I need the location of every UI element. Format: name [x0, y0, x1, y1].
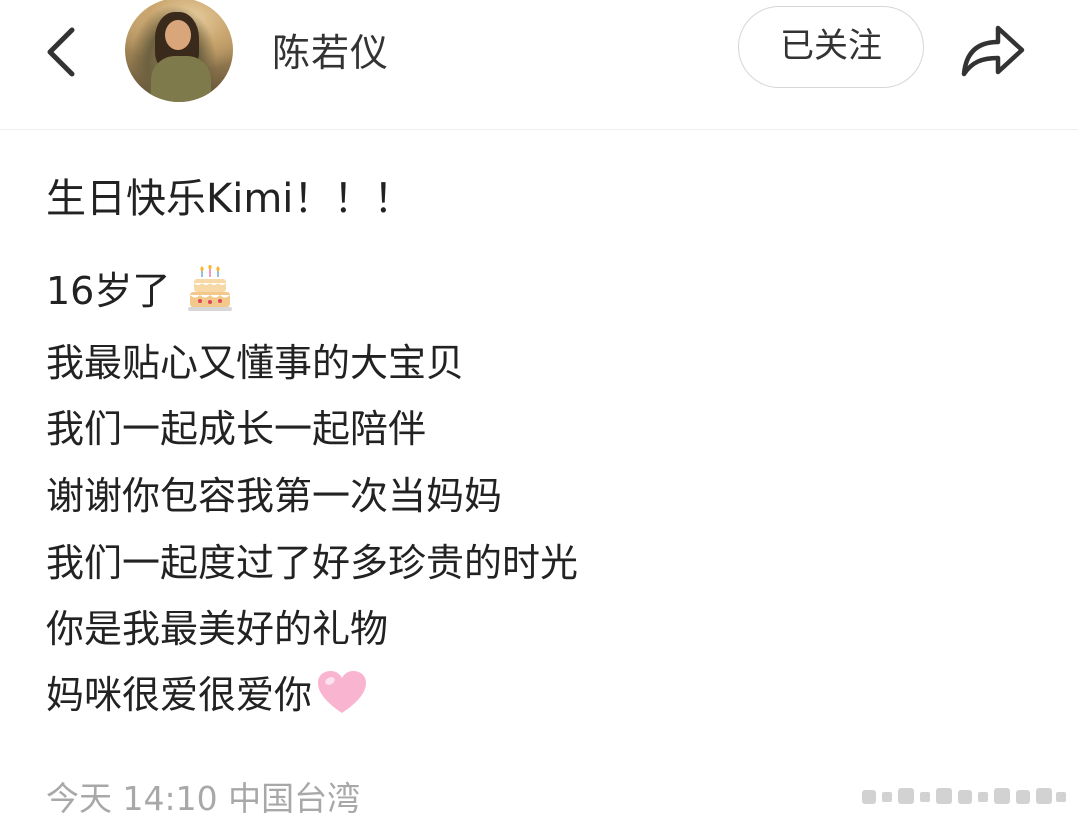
back-button[interactable] — [34, 14, 94, 84]
watermark — [860, 782, 1068, 810]
post-line-6: 妈咪很爱很爱你 — [46, 664, 368, 726]
post-line-2: 我们一起成长一起陪伴 — [46, 407, 427, 451]
share-arrow-icon — [961, 25, 1025, 77]
post-line-4: 我们一起度过了好多珍贵的时光 — [46, 541, 579, 585]
username[interactable]: 陈若仪 — [272, 22, 389, 77]
post-title: 生日快乐Kimi！！！ — [46, 176, 414, 222]
share-button[interactable] — [956, 16, 1028, 82]
love-text: 妈咪很爱很爱你 — [46, 673, 313, 717]
chevron-left-icon — [47, 27, 75, 77]
post-header: 陈若仪 已关注 — [0, 0, 1078, 130]
post-time-location: 今天 14:10 中国台湾 — [46, 779, 361, 818]
avatar-face — [165, 20, 191, 50]
avatar-body — [151, 56, 211, 102]
pink-heart-emoji — [316, 669, 368, 726]
post-line-5: 你是我最美好的礼物 — [46, 607, 389, 651]
post-line-age: 16岁了 — [46, 260, 233, 322]
birthday-cake-emoji — [188, 264, 233, 322]
follow-button[interactable]: 已关注 — [738, 6, 924, 88]
age-text: 16岁了 — [46, 269, 171, 313]
post-line-1: 我最贴心又懂事的大宝贝 — [46, 341, 465, 385]
avatar[interactable] — [125, 0, 233, 102]
post-line-3: 谢谢你包容我第一次当妈妈 — [46, 474, 503, 518]
